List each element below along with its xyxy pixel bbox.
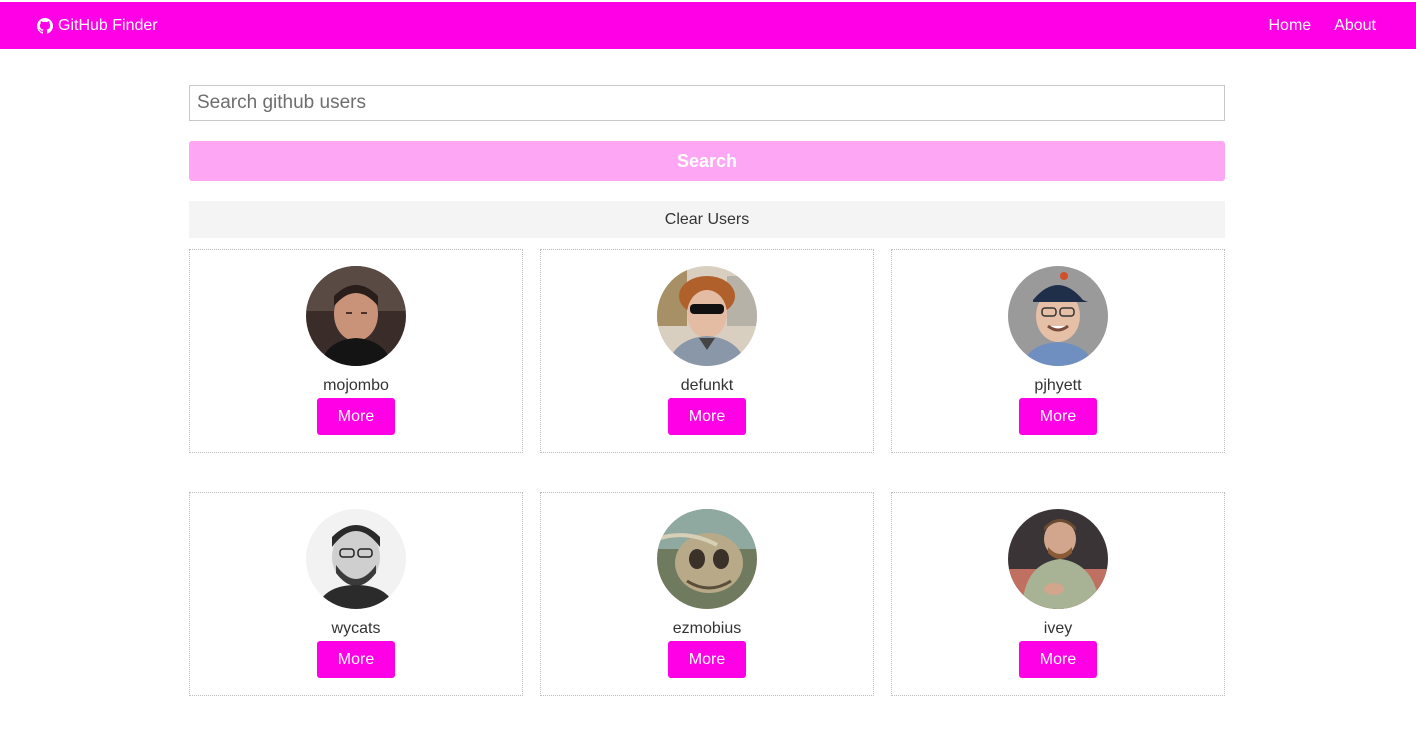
avatar [657, 509, 757, 609]
more-button[interactable]: More [1019, 641, 1097, 678]
user-card: ezmobius More [540, 492, 874, 696]
more-button[interactable]: More [317, 641, 395, 678]
more-button[interactable]: More [1019, 398, 1097, 435]
user-login: pjhyett [1034, 377, 1082, 394]
brand[interactable]: GitHub Finder [37, 2, 158, 49]
avatar [306, 509, 406, 609]
github-icon [37, 17, 53, 34]
user-login: defunkt [680, 377, 734, 394]
user-login: ivey [1043, 620, 1073, 637]
more-button[interactable]: More [668, 398, 746, 435]
user-grid: mojombo More defunkt More pjhyett More w… [189, 249, 1225, 696]
search-input[interactable] [189, 85, 1225, 121]
user-login: wycats [331, 620, 381, 637]
user-card: pjhyett More [891, 249, 1225, 453]
user-card: wycats More [189, 492, 523, 696]
more-button[interactable]: More [317, 398, 395, 435]
nav-links: Home About [1246, 2, 1377, 49]
search-button[interactable]: Search [189, 141, 1225, 181]
avatar [657, 266, 757, 366]
brand-title: GitHub Finder [58, 16, 158, 34]
user-card: defunkt More [540, 249, 874, 453]
navbar: GitHub Finder Home About [0, 2, 1416, 49]
nav-link-about[interactable]: About [1334, 17, 1376, 35]
user-login: mojombo [323, 377, 389, 394]
nav-link-home[interactable]: Home [1269, 17, 1312, 35]
avatar [1008, 266, 1108, 366]
user-login: ezmobius [672, 620, 742, 637]
avatar [1008, 509, 1108, 609]
user-card: mojombo More [189, 249, 523, 453]
more-button[interactable]: More [668, 641, 746, 678]
clear-users-button[interactable]: Clear Users [189, 201, 1225, 238]
user-card: ivey More [891, 492, 1225, 696]
avatar [306, 266, 406, 366]
